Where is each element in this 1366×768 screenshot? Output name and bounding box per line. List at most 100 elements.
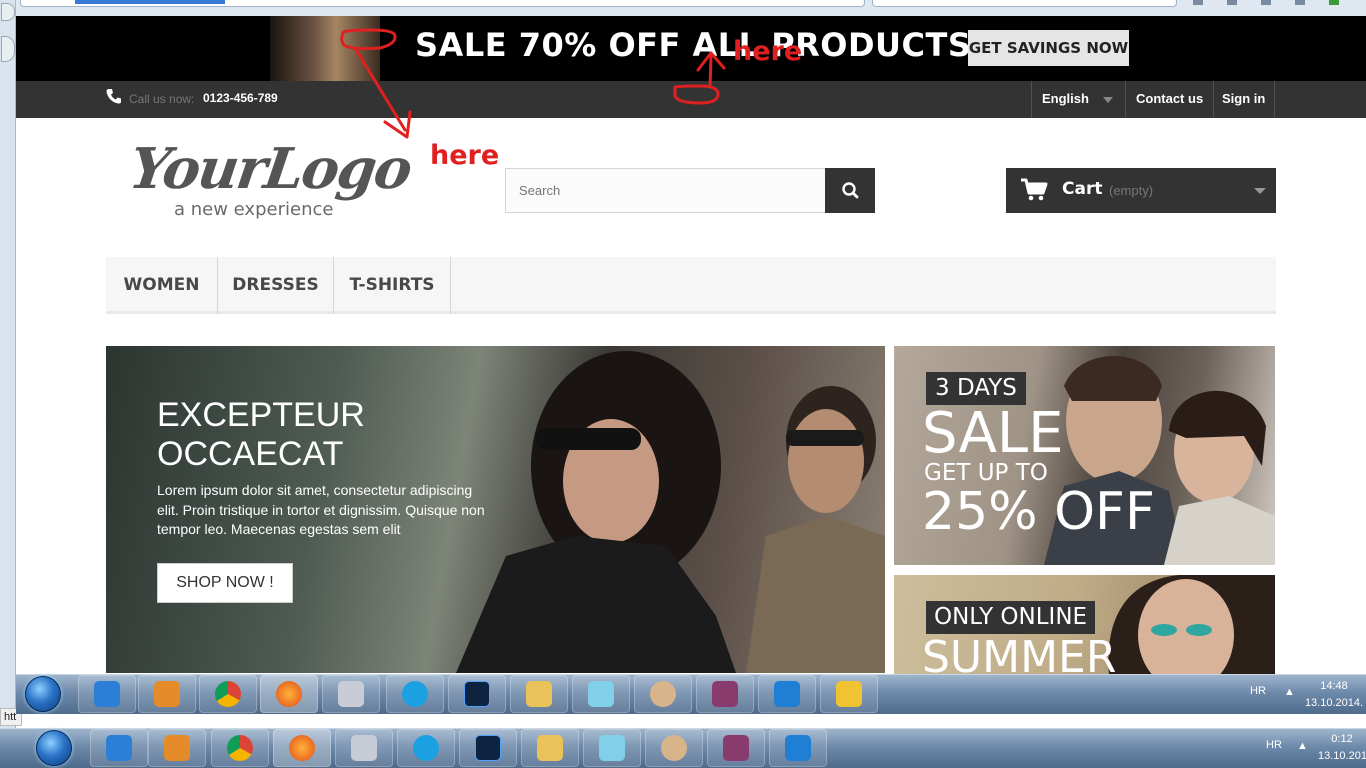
cart-icon	[1021, 178, 1048, 201]
annotation-note: here	[733, 36, 803, 67]
folder-icon	[537, 735, 563, 761]
clock-time[interactable]: 0:12	[1318, 733, 1366, 745]
taskbar-app[interactable]	[696, 675, 754, 713]
cart-label: Cart	[1062, 179, 1103, 199]
taskbar-app[interactable]	[211, 729, 269, 767]
address-selection	[75, 0, 225, 4]
download-icon[interactable]	[1227, 0, 1237, 5]
skype-icon	[402, 681, 428, 707]
taskbar-app[interactable]	[138, 675, 196, 713]
photoshop-icon	[464, 681, 490, 707]
banner-tag: ONLY ONLINE	[926, 601, 1096, 634]
get-savings-button[interactable]: GET SAVINGS NOW	[968, 30, 1129, 66]
search-button[interactable]	[825, 168, 875, 213]
language-indicator[interactable]: HR	[1250, 685, 1266, 697]
winrar-icon	[723, 735, 749, 761]
calculator-icon	[338, 681, 364, 707]
taskbar-app[interactable]	[707, 729, 765, 767]
banner-offer: 25% OFF	[922, 482, 1155, 542]
chevron-down-icon[interactable]	[1254, 188, 1266, 194]
promo-headline: SALE 70% OFF ALL PRODUCTS	[415, 26, 972, 64]
chrome-icon	[227, 735, 253, 761]
annotation-note: here	[430, 140, 500, 171]
taskbar-app[interactable]	[397, 729, 455, 767]
windows-start-icon[interactable]	[25, 676, 61, 712]
media-player-icon	[154, 681, 180, 707]
taskbar-app[interactable]	[820, 675, 878, 713]
taskbar-app[interactable]	[260, 675, 318, 713]
clock-date[interactable]: 13.10.201	[1318, 750, 1366, 762]
promo-model-photo	[270, 16, 380, 81]
taskbar-app[interactable]	[634, 675, 692, 713]
taskbar-app[interactable]	[510, 675, 568, 713]
menu-item-women[interactable]: WOMEN	[106, 257, 218, 314]
taskbar-app[interactable]	[322, 675, 380, 713]
site-logo[interactable]: YourLogo	[125, 136, 414, 202]
calculator-icon	[351, 735, 377, 761]
taskbar-app[interactable]	[199, 675, 257, 713]
taskbar-app[interactable]	[448, 675, 506, 713]
folder-icon	[526, 681, 552, 707]
skype-icon	[413, 735, 439, 761]
language-indicator[interactable]: HR	[1266, 739, 1282, 751]
clock-date[interactable]: 13.10.2014.	[1302, 697, 1366, 709]
notes-icon	[599, 735, 625, 761]
taskbar-app[interactable]	[583, 729, 641, 767]
chevron-up-icon[interactable]: ▲	[1284, 686, 1295, 698]
taskbar-app[interactable]	[645, 729, 703, 767]
paint-icon	[661, 735, 687, 761]
taskbar-app[interactable]	[148, 729, 206, 767]
menu-item-t-shirts[interactable]: T-SHIRTS	[334, 257, 451, 314]
maxthon-icon	[774, 681, 800, 707]
nav-divider	[1274, 81, 1275, 118]
back-icon[interactable]	[1, 3, 15, 21]
taskbar-app[interactable]	[386, 675, 444, 713]
banner-headline: SUMMER	[922, 632, 1117, 674]
logo-tagline: a new experience	[174, 199, 334, 220]
nav-divider	[1031, 81, 1032, 118]
taskbar-app[interactable]	[572, 675, 630, 713]
cart-status: (empty)	[1109, 183, 1154, 198]
menu-icon[interactable]	[1295, 0, 1305, 5]
taskbar-app[interactable]	[90, 729, 148, 767]
chevron-down-icon[interactable]	[1103, 97, 1113, 103]
taskbar-app[interactable]	[769, 729, 827, 767]
menu-item-dresses[interactable]: DRESSES	[218, 257, 334, 314]
sign-in-link[interactable]: Sign in	[1222, 91, 1265, 106]
search-icon	[842, 182, 859, 199]
window-left-edge	[0, 0, 16, 768]
taskbar-app[interactable]	[273, 729, 331, 767]
banner-headline: SALE	[922, 401, 1064, 466]
photoshop-icon	[475, 735, 501, 761]
taskbar-app[interactable]	[335, 729, 393, 767]
winamp-icon	[836, 681, 862, 707]
chevron-up-icon[interactable]: ▲	[1297, 740, 1308, 752]
language-selector[interactable]: English	[1042, 91, 1089, 106]
browser-search-box[interactable]	[872, 0, 1177, 7]
shop-now-button[interactable]: SHOP NOW !	[157, 563, 293, 603]
back-icon[interactable]	[1, 36, 15, 62]
contact-us-link[interactable]: Contact us	[1136, 91, 1203, 106]
media-player-icon	[164, 735, 190, 761]
star-icon[interactable]	[1193, 0, 1203, 5]
phone-icon	[106, 89, 121, 104]
taskbar-app[interactable]	[758, 675, 816, 713]
search-input[interactable]	[505, 168, 826, 213]
call-us-label: Call us now:	[129, 92, 195, 106]
taskbar-app[interactable]	[459, 729, 517, 767]
taskbar-app[interactable]	[78, 675, 136, 713]
taskbar-app[interactable]	[521, 729, 579, 767]
maxthon-icon	[785, 735, 811, 761]
notes-icon	[588, 681, 614, 707]
clock-time[interactable]: 14:48	[1304, 680, 1364, 692]
winrar-icon	[712, 681, 738, 707]
chrome-icon	[215, 681, 241, 707]
internet-explorer-icon	[106, 735, 132, 761]
firefox-icon	[276, 681, 302, 707]
addon-icon[interactable]	[1329, 0, 1339, 5]
phone-number: 0123-456-789	[203, 91, 278, 105]
nav-divider	[1125, 81, 1126, 118]
home-icon[interactable]	[1261, 0, 1271, 5]
internet-explorer-icon	[94, 681, 120, 707]
windows-start-icon[interactable]	[36, 730, 72, 766]
